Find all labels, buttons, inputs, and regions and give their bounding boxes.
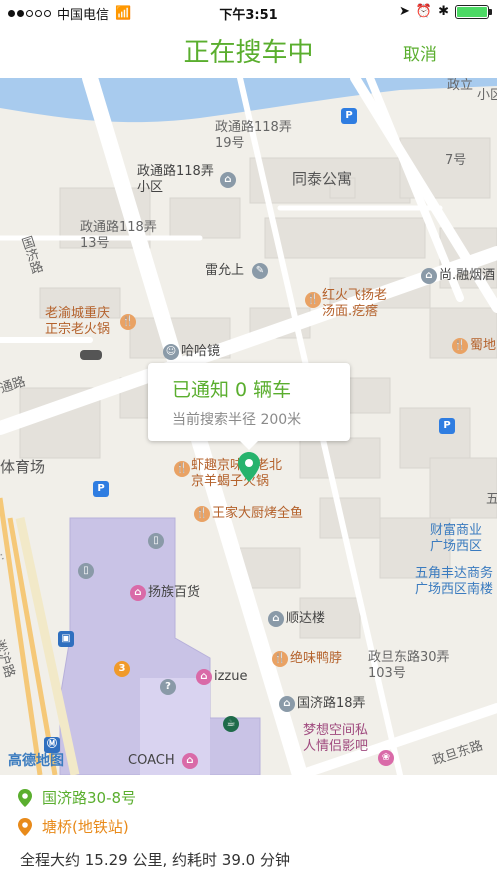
restaurant-icon: 🍴 — [120, 314, 136, 330]
entertainment-icon: ❀ — [378, 750, 394, 766]
building-icon: ⌂ — [268, 611, 284, 627]
map-label: 王家大厨烤全鱼 — [212, 506, 304, 521]
cancel-button[interactable]: 取消 — [403, 40, 437, 65]
shopping-icon: ⌂ — [182, 753, 198, 769]
origin-text: 国济路30-8号 — [42, 789, 137, 807]
pharmacy-icon: ✎ — [252, 263, 268, 279]
metro-line-icon: 3 — [114, 661, 130, 677]
door-icon: ▯ — [148, 533, 164, 549]
parking-icon: P — [341, 108, 357, 124]
map-label: 政通路118弄 13号 — [80, 220, 157, 251]
restaurant-icon: 🍴 — [174, 461, 190, 477]
restaurant-icon: 🍴 — [272, 651, 288, 667]
parking-icon: P — [93, 481, 109, 497]
map-label: 扬族百货 — [148, 585, 201, 600]
notify-count: 已通知 0 辆车 — [172, 379, 292, 401]
map-label: 老渝城重庆 正宗老火锅 — [45, 306, 111, 337]
trip-panel: 国济路30-8号 塘桥(地铁站) 全程大约 15.29 公里, 约耗时 39.0… — [0, 775, 497, 883]
shop-icon: ⌂ — [421, 268, 437, 284]
shopping-icon: ⌂ — [130, 585, 146, 601]
building-icon: ⌂ — [220, 172, 236, 188]
map-label: 政通路118弄 小区 — [137, 164, 214, 195]
destination-pin-icon — [18, 817, 32, 836]
search-radius: 当前搜索半径 200米 — [172, 412, 302, 428]
parking-icon: P — [439, 418, 455, 434]
alarm-icon: ⏰ — [415, 4, 433, 19]
map-label: 哈哈镜 — [181, 344, 221, 359]
entertainment-icon: ☺ — [163, 344, 179, 360]
map-label: 7号 — [445, 153, 467, 168]
map-label: COACH — [128, 753, 175, 768]
map-label: 政通路118弄 19号 — [215, 120, 292, 151]
restaurant-icon: 🍴 — [305, 292, 321, 308]
map-label: 红火飞扬老 汤面.疙瘩 — [322, 288, 388, 319]
map-label: 同泰公寓 — [292, 170, 353, 188]
status-right: ➤ ⏰ ✱ — [399, 4, 492, 19]
location-icon: ➤ — [399, 4, 410, 19]
map-label: 绝味鸭脖 — [290, 651, 343, 666]
destination-text: 塘桥(地铁站) — [42, 818, 129, 836]
map-label: 尚.融烟酒 — [439, 268, 496, 283]
restaurant-icon: 🍴 — [194, 506, 210, 522]
amap-logo: 高德地图 — [8, 753, 64, 769]
origin-row: 国济路30-8号 — [18, 787, 136, 808]
help-icon: ? — [160, 679, 176, 695]
trip-summary: 全程大约 15.29 公里, 约耗时 39.0 分钟 — [20, 851, 290, 869]
map-label: 体育场 — [0, 458, 46, 476]
map-label: 政立 — [447, 78, 474, 93]
map-label: izzue — [214, 669, 248, 684]
map-label: 五 — [486, 492, 497, 507]
map-label: 蜀地 — [470, 338, 497, 353]
battery-icon — [455, 4, 492, 19]
search-status-bubble: 已通知 0 辆车 当前搜索半径 200米 — [148, 363, 350, 450]
status-bar: 中国电信 📶 下午3:51 ➤ ⏰ ✱ — [0, 0, 497, 24]
destination-row: 塘桥(地铁站) — [18, 816, 129, 837]
shopping-icon: ⌂ — [196, 669, 212, 685]
traffic-light-icon — [80, 350, 102, 360]
map-label: 国济路18弄 — [297, 696, 366, 711]
building-icon: ⌂ — [279, 696, 295, 712]
restaurant-icon: 🍴 — [452, 338, 468, 354]
origin-pin-icon — [18, 788, 32, 807]
nav-bar: 正在搜车中 取消 — [0, 24, 497, 78]
starbucks-icon: ☕ — [223, 716, 239, 732]
map-label: 虾趣京味锅老北 京羊蝎子火锅 — [191, 458, 283, 489]
map-label: 梦想空间私 人情侣影吧 — [303, 723, 369, 754]
map-label: 五角丰达商务 广场西区南楼 — [415, 566, 494, 597]
map-label: 雷允上 — [205, 263, 245, 278]
map-label: 政旦东路30弄 103号 — [368, 650, 450, 681]
bus-stop-icon: ▣ — [58, 631, 74, 647]
map-label: 小区 — [477, 88, 497, 103]
map-view[interactable]: 政通路118弄 19号 P 政立 小区 政通路118弄 小区 ⌂ 同泰公寓 7号… — [0, 78, 497, 775]
map-label: 顺达楼 — [286, 611, 326, 626]
map-label: 财富商业 广场西区 — [430, 523, 483, 554]
door-icon: ▯ — [78, 563, 94, 579]
bluetooth-icon: ✱ — [438, 4, 449, 19]
